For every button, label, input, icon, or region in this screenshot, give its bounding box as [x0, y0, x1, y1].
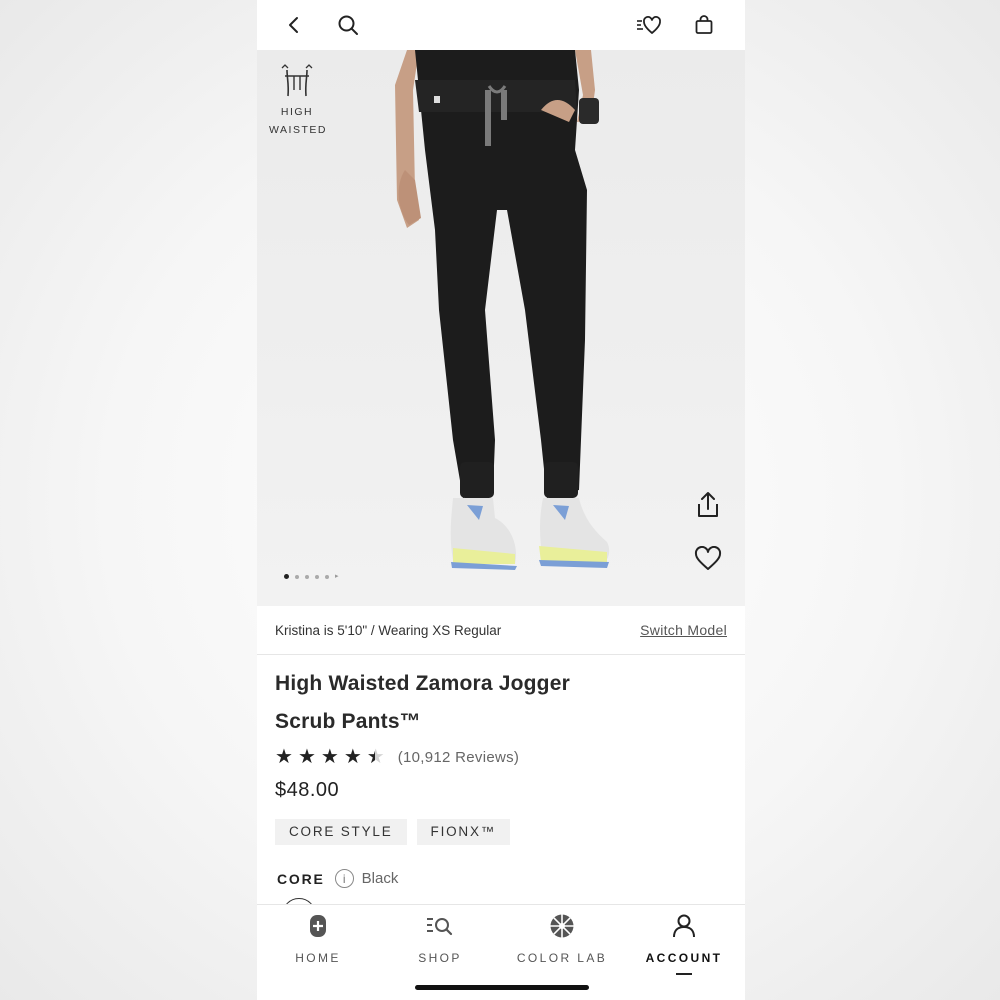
- top-bar: [257, 0, 745, 50]
- favorite-button[interactable]: [691, 542, 725, 576]
- color-group-label: CORE: [277, 870, 325, 887]
- cart-button[interactable]: [689, 10, 719, 40]
- shop-search-icon: [427, 918, 453, 936]
- heart-icon: [694, 546, 722, 570]
- product-image-carousel[interactable]: HIGH WAISTED ▸: [257, 50, 745, 606]
- search-icon: [338, 15, 358, 35]
- star-full-icon: ★: [320, 746, 339, 768]
- share-icon: [698, 492, 718, 517]
- product-title-line1: High Waisted Zamora Jogger: [275, 672, 570, 695]
- carousel-dot[interactable]: [325, 574, 329, 579]
- product-photo: [395, 50, 610, 570]
- product-tags: CORE STYLE FIONX™: [275, 819, 511, 845]
- product-detail-screen: HIGH WAISTED ▸ Kristina is 5'10" / Weari…: [257, 0, 745, 1000]
- chevron-left-icon: [289, 17, 298, 33]
- product-title: High Waisted Zamora Jogger Scrub Pants™: [275, 665, 695, 741]
- nav-home[interactable]: HOME: [257, 905, 379, 965]
- product-price: $48.00: [275, 779, 340, 801]
- color-wheel-icon: [550, 914, 574, 938]
- back-button[interactable]: [279, 10, 309, 40]
- switch-model-link[interactable]: Switch Model: [640, 622, 727, 638]
- home-plus-icon: [310, 915, 326, 937]
- model-info-bar: Kristina is 5'10" / Wearing XS Regular S…: [257, 606, 745, 655]
- carousel-dot[interactable]: [295, 574, 299, 579]
- nav-color-lab[interactable]: COLOR LAB: [501, 905, 623, 965]
- share-button[interactable]: [691, 488, 725, 522]
- carousel-dot[interactable]: [315, 574, 319, 579]
- tag-fionx: FIONX™: [416, 819, 511, 845]
- shopping-bag-icon: [695, 15, 713, 34]
- nav-shop[interactable]: SHOP: [379, 905, 501, 965]
- nav-account[interactable]: ACCOUNT: [623, 905, 745, 975]
- badge-line2: WAISTED: [269, 124, 327, 136]
- color-selector-header: CORE i Black: [277, 869, 398, 888]
- active-tab-indicator: [676, 973, 692, 975]
- carousel-dot[interactable]: [305, 574, 309, 579]
- star-full-icon: ★: [343, 746, 362, 768]
- nav-home-label: HOME: [295, 951, 341, 965]
- review-count[interactable]: (10,912 Reviews): [398, 749, 520, 766]
- carousel-dots[interactable]: ▸: [284, 573, 339, 580]
- nav-shop-label: SHOP: [418, 951, 462, 965]
- star-half-icon: ★: [366, 746, 385, 768]
- high-waist-icon: [281, 64, 313, 97]
- wishlist-button[interactable]: [634, 10, 664, 40]
- nav-account-label: ACCOUNT: [645, 951, 723, 965]
- model-info-text: Kristina is 5'10" / Wearing XS Regular: [275, 622, 502, 638]
- badge-line1: HIGH: [280, 106, 314, 118]
- search-button[interactable]: [333, 10, 363, 40]
- home-indicator[interactable]: [415, 985, 589, 990]
- wishlist-heart-icon: [637, 16, 661, 34]
- info-icon[interactable]: i: [334, 869, 354, 888]
- product-rating[interactable]: ★ ★ ★ ★ ★ (10,912 Reviews): [275, 745, 519, 769]
- selected-color-name: Black: [361, 870, 399, 887]
- account-icon: [673, 914, 695, 938]
- carousel-dot[interactable]: [284, 574, 289, 579]
- star-full-icon: ★: [275, 746, 293, 768]
- carousel-next-icon[interactable]: ▸: [335, 573, 339, 580]
- star-full-icon: ★: [297, 746, 316, 768]
- high-waisted-badge: HIGH WAISTED: [269, 64, 325, 139]
- nav-color-lab-label: COLOR LAB: [516, 951, 608, 965]
- tag-core-style: CORE STYLE: [275, 819, 407, 845]
- product-title-line2: Scrub Pants™: [275, 710, 421, 733]
